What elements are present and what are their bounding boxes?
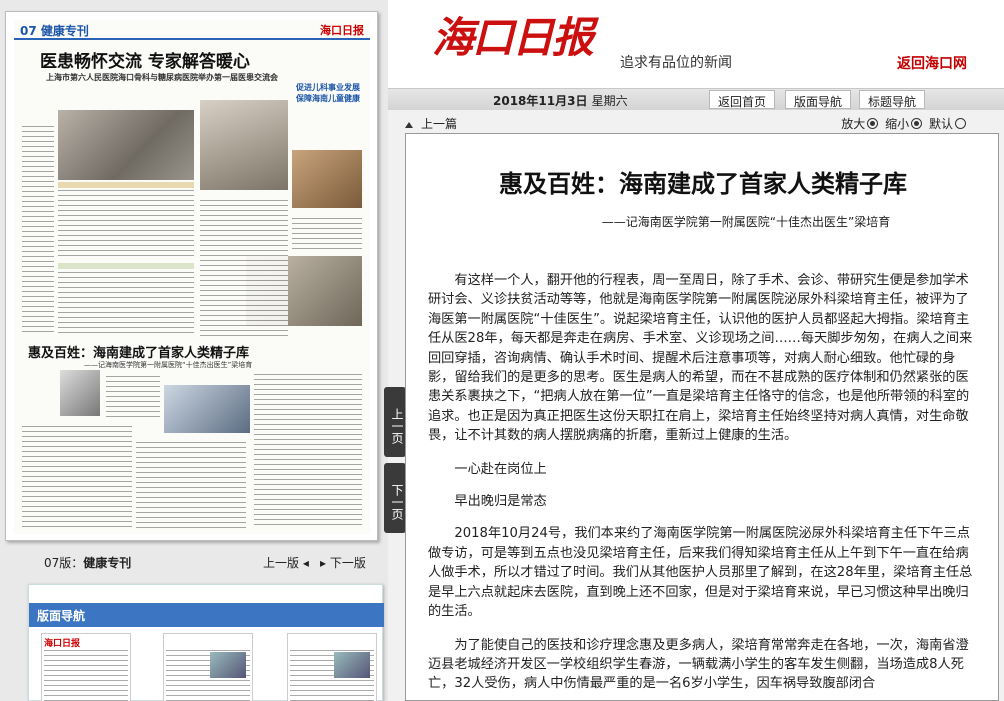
- page-nav-bar: 07版：健康专刊 上一版 ◂ ▸ 下一版: [0, 548, 388, 574]
- article-subtitle: ——记海南医学院第一附属医院“十佳杰出医生”梁培育: [601, 215, 891, 229]
- issue-date: 2018年11月3日 星期六: [493, 94, 628, 108]
- article-paragraph: 2018年10月24号，我们本来约了海南医学院第一附属医院泌尿外科梁培育主任下午…: [428, 526, 973, 620]
- thumb-text-block: [254, 372, 362, 528]
- thumb-text-block: [136, 440, 246, 528]
- prev-article-link[interactable]: 上一篇: [405, 115, 457, 132]
- zoom-out-button[interactable]: 缩小: [885, 117, 925, 131]
- nav-page-thumb[interactable]: [163, 633, 253, 701]
- article-toolbar: 上一篇 放大 缩小 默认: [405, 112, 999, 132]
- prev-page-tab[interactable]: 上一页: [384, 387, 406, 457]
- page-preview[interactable]: 07 健康专刊 海口日报 医患畅怀交流 专家解答暖心 上海市第六人民医院海口骨科…: [5, 11, 378, 541]
- thumb-photo: [164, 385, 250, 433]
- issue-label: 07版：健康专刊: [44, 556, 132, 570]
- thumb-subheadline: 上海市第六人民医院海口骨科与糖尿病医院举办第一届医患交流会: [46, 73, 278, 82]
- page-thumbnail[interactable]: 07 健康专刊 海口日报 医患畅怀交流 专家解答暖心 上海市第六人民医院海口骨科…: [14, 20, 370, 534]
- next-page-link[interactable]: ▸ 下一版: [320, 554, 366, 571]
- thumb-photo: [292, 150, 362, 208]
- article-body: 有这样一个人，翻开他的行程表，周一至周日，除了手术、会诊、带研究生便是参加学术研…: [428, 271, 978, 700]
- next-page-tab[interactable]: 下一页: [384, 463, 406, 533]
- zoom-in-icon: [867, 118, 879, 129]
- triangle-right-icon: ▸: [320, 556, 327, 570]
- article-paragraph: 有这样一个人，翻开他的行程表，周一至周日，除了手术、会诊、带研究生便是参加学术研…: [428, 273, 973, 444]
- nav-thumb-text: [44, 648, 128, 701]
- masthead: 海口日报 追求有品位的新闻 返回海口网: [388, 0, 1004, 88]
- thumb-text-block: [292, 216, 362, 250]
- article-paragraph: 为了能使自己的医技和诊疗理念惠及更多病人，梁培育常常奔走在各地，一次，海南省澄迈…: [428, 637, 969, 692]
- nav-thumb-photo: [210, 652, 246, 678]
- thumb-photo: [60, 370, 100, 416]
- thumb-side-headline[interactable]: 促进儿科事业发展 保障海南儿童健康: [296, 82, 360, 104]
- nav-panel-title: 版面导航: [29, 603, 384, 627]
- thumb-text-block: [106, 374, 160, 420]
- page-navigation-panel: 版面导航 海口日报: [28, 584, 384, 701]
- zoom-controls: 放大 缩小 默认: [841, 115, 969, 132]
- nav-page-thumb[interactable]: [287, 633, 377, 701]
- thumb-header: 07 健康专刊 海口日报: [14, 20, 370, 40]
- article-panel: 惠及百姓：海南建成了首家人类精子库 ——记海南医学院第一附属医院“十佳杰出医生”…: [405, 133, 999, 701]
- zoom-out-icon: [911, 118, 923, 129]
- zoom-in-button[interactable]: 放大: [841, 117, 881, 131]
- thumb-caption-bar: [58, 263, 194, 269]
- prev-page-link[interactable]: 上一版 ◂: [263, 554, 309, 571]
- article-subheading: 早出晚归是常态: [454, 494, 547, 510]
- thumb-subheadline-2: ——记海南医学院第一附属医院“十佳杰出医生”梁培育: [84, 361, 253, 369]
- toolbar: 2018年11月3日 星期六 返回首页 版面导航 标题导航: [388, 88, 1004, 110]
- thumb-text-block: [58, 188, 194, 258]
- zoom-default-button[interactable]: 默认: [929, 117, 969, 131]
- thumb-photo: [58, 110, 194, 180]
- thumb-text-block: [22, 424, 132, 528]
- nav-thumb-photo: [334, 652, 370, 678]
- triangle-up-icon: [405, 122, 413, 128]
- home-button[interactable]: 返回首页: [709, 90, 776, 109]
- thumb-logo: 海口日报: [320, 24, 364, 37]
- thumb-text-block: [22, 124, 54, 334]
- page-nav-button[interactable]: 版面导航: [785, 90, 852, 109]
- thumb-photo: [200, 100, 288, 190]
- back-to-site-link[interactable]: 返回海口网: [897, 53, 967, 73]
- triangle-left-icon: ◂: [302, 556, 309, 570]
- zoom-default-icon: [955, 118, 966, 129]
- thumb-headline-2[interactable]: 惠及百姓：海南建成了首家人类精子库: [28, 342, 249, 361]
- title-nav-button[interactable]: 标题导航: [859, 90, 926, 109]
- left-panel: 07 健康专刊 海口日报 医患畅怀交流 专家解答暖心 上海市第六人民医院海口骨科…: [0, 0, 388, 701]
- epaper-viewer: 07 健康专刊 海口日报 医患畅怀交流 专家解答暖心 上海市第六人民医院海口骨科…: [0, 0, 1004, 701]
- article-subheading: 一心赴在岗位上: [454, 461, 547, 477]
- thumb-section-label: 07 健康专刊: [20, 24, 89, 38]
- nav-page-thumb[interactable]: 海口日报: [41, 633, 131, 701]
- thumb-headline[interactable]: 医患畅怀交流 专家解答暖心: [40, 47, 250, 72]
- article-title: 惠及百姓：海南建成了首家人类精子库: [499, 170, 907, 198]
- slogan: 追求有品位的新闻: [620, 55, 732, 71]
- thumb-text-block: [200, 198, 288, 338]
- newspaper-logo[interactable]: 海口日报: [432, 4, 594, 65]
- thumb-text-block: [58, 270, 194, 334]
- section-name: 健康专刊: [83, 556, 132, 570]
